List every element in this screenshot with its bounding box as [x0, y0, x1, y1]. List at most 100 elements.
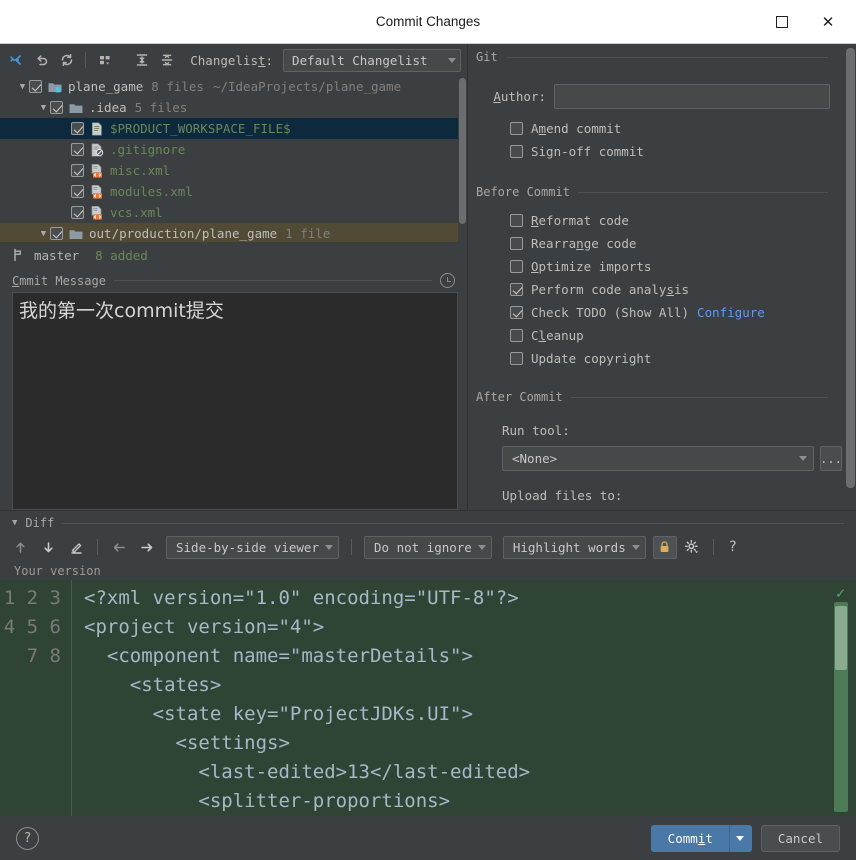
commit-message-input[interactable]: 我的第一次commit提交	[12, 292, 458, 510]
run-tool-combobox[interactable]: <None>	[502, 446, 814, 471]
checkbox-box	[510, 122, 523, 135]
xml-file-icon	[89, 184, 105, 200]
expand-collapse-arrow-icon[interactable]: ▼	[16, 82, 29, 92]
checkbox-box	[510, 237, 523, 250]
changelist-label: Changelist:	[190, 52, 274, 68]
expand-all-icon[interactable]	[131, 48, 154, 72]
commit-dropdown-button[interactable]	[728, 824, 752, 852]
window-title: Commit Changes	[375, 14, 481, 29]
configure-link[interactable]: Configure	[697, 305, 765, 320]
lock-icon[interactable]	[652, 535, 677, 559]
cleanup-checkbox[interactable]: Cleanup	[476, 324, 856, 347]
accept-left-icon[interactable]	[106, 535, 131, 559]
author-field[interactable]	[554, 84, 830, 109]
chevron-down-icon	[448, 57, 457, 63]
amend-commit-checkbox[interactable]: Amend commit	[476, 117, 856, 140]
changed-files-tree[interactable]: ▼ plane_game 8 files ~/IdeaProjects/plane_g…	[0, 76, 467, 242]
tree-row--idea[interactable]: ▼ .idea 5 files	[0, 97, 458, 118]
toolbar-separator	[85, 52, 87, 68]
tree-row-checkbox[interactable]	[71, 206, 84, 219]
edit-source-icon[interactable]	[64, 535, 89, 559]
toolbar-separator-2	[123, 52, 124, 68]
diff-code-content[interactable]: <?xml version="1.0" encoding="UTF-8"?> <…	[72, 580, 830, 816]
checkbox-box	[510, 283, 523, 296]
ignore-mode-value: Do not ignore	[374, 539, 472, 555]
diff-scrollbar[interactable]: ✓	[830, 580, 856, 816]
optimize-imports-checkbox[interactable]: Optimize imports	[476, 255, 856, 278]
clock-icon[interactable]	[440, 273, 455, 288]
previous-difference-icon[interactable]	[8, 535, 33, 559]
viewer-mode-value: Side-by-side viewer	[176, 539, 319, 555]
chevron-down-icon	[325, 544, 333, 550]
update-copyright-checkbox[interactable]: Update copyright	[476, 347, 856, 370]
changes-panel: Changelist: Default Changelist ▼ plane_ga…	[0, 44, 468, 510]
tree-row-vcs-xml[interactable]: vcs.xml	[0, 202, 458, 223]
reformat-code-checkbox[interactable]: Reformat code	[476, 209, 856, 232]
tree-scrollbar[interactable]	[458, 76, 467, 242]
tree-row-checkbox[interactable]	[71, 185, 84, 198]
rearrange-code-checkbox[interactable]: Rearrange code	[476, 232, 856, 255]
diff-toolbar-separator-2	[351, 539, 352, 555]
diff-help-icon[interactable]: ?	[722, 535, 744, 559]
tree-row-checkbox[interactable]	[50, 101, 63, 114]
perform-code-analysis-label: Perform code analysis	[531, 282, 690, 297]
tree-row-checkbox[interactable]	[29, 80, 42, 93]
group-by-icon[interactable]	[93, 48, 116, 72]
show-diff-icon[interactable]	[6, 48, 29, 72]
tree-row-modules-xml[interactable]: modules.xml	[0, 181, 458, 202]
help-icon[interactable]: ?	[16, 826, 39, 850]
tree-row--gitignore[interactable]: .gitignore	[0, 139, 458, 160]
diff-code-area[interactable]: 1 2 3 4 5 6 7 8 <?xml version="1.0" enco…	[0, 580, 856, 816]
expand-collapse-arrow-icon[interactable]: ▼	[37, 229, 50, 239]
tree-row-file-count: 8 files	[151, 79, 204, 94]
next-difference-icon[interactable]	[36, 535, 61, 559]
refresh-icon[interactable]	[56, 48, 79, 72]
check-todo-label: Check TODO (Show All)	[531, 305, 690, 320]
perform-code-analysis-checkbox[interactable]: Perform code analysis	[476, 278, 856, 301]
commit-button[interactable]: Comm i t	[650, 824, 729, 852]
changelist-value: Default Changelist	[292, 52, 428, 68]
branch-icon	[14, 248, 21, 262]
highlight-mode-combobox[interactable]: Highlight words	[502, 535, 646, 559]
ignore-mode-combobox[interactable]: Do not ignore	[364, 535, 492, 559]
check-todo-checkbox[interactable]: Check TODO (Show All) Configure	[476, 301, 856, 324]
no-problems-icon: ✓	[836, 584, 846, 602]
tree-row-name: misc.xml	[110, 163, 171, 178]
sign-off-commit-checkbox[interactable]: Sign-off commit	[476, 140, 856, 163]
tree-row-plane-game[interactable]: ▼ plane_game 8 files ~/IdeaProjects/plane_g…	[0, 76, 458, 97]
expand-collapse-arrow-icon[interactable]: ▼	[37, 103, 50, 113]
added-count: 8 added	[95, 247, 148, 263]
checkbox-box	[510, 329, 523, 342]
options-scrollbar[interactable]	[846, 48, 855, 488]
collapse-all-icon[interactable]	[156, 48, 179, 72]
rearrange-code-label: Rearrange code	[531, 236, 637, 251]
checkbox-box	[510, 145, 523, 158]
changelist-combobox[interactable]: Default Changelist	[283, 48, 462, 72]
collapse-arrow-icon[interactable]: ▼	[12, 518, 17, 528]
tree-row-misc-xml[interactable]: misc.xml	[0, 160, 458, 181]
tree-row-file-count: 5 files	[134, 100, 188, 115]
tree-row-name: plane_game	[68, 79, 144, 94]
tree-row-checkbox[interactable]	[71, 143, 84, 156]
revert-icon[interactable]	[31, 48, 54, 72]
diff-toolbar: Side-by-side viewer Do not ignore Highli…	[0, 532, 856, 562]
tree-row-out-production-plane-game[interactable]: ▼ out/production/plane_game 1 file	[0, 223, 458, 242]
tree-row-name: .gitignore	[110, 142, 186, 157]
accept-right-icon[interactable]	[134, 535, 159, 559]
viewer-mode-combobox[interactable]: Side-by-side viewer	[166, 535, 339, 559]
commit-dialog: Changelist: Default Changelist ▼ plane_ga…	[0, 44, 856, 860]
cancel-button[interactable]: Cancel	[760, 824, 840, 852]
commit-message-label: Cmmit Message	[12, 273, 106, 288]
tree-row-checkbox[interactable]	[71, 164, 84, 177]
run-tool-browse-button[interactable]: ...	[820, 446, 842, 471]
checkbox-box	[510, 260, 523, 273]
tree-row-name: $PRODUCT_WORKSPACE_FILE$	[110, 121, 291, 136]
commit-message-text: 我的第一次commit提交	[19, 300, 224, 322]
optimize-imports-label: Optimize imports	[531, 259, 652, 274]
upload-files-label: Upload files to:	[502, 488, 623, 503]
tree-row-checkbox[interactable]	[50, 227, 63, 240]
tree-row-checkbox[interactable]	[71, 122, 84, 135]
tree-row--product-workspace-file-[interactable]: $PRODUCT_WORKSPACE_FILE$	[0, 118, 458, 139]
project-folder-icon	[47, 79, 63, 95]
gear-icon[interactable]	[680, 535, 705, 559]
